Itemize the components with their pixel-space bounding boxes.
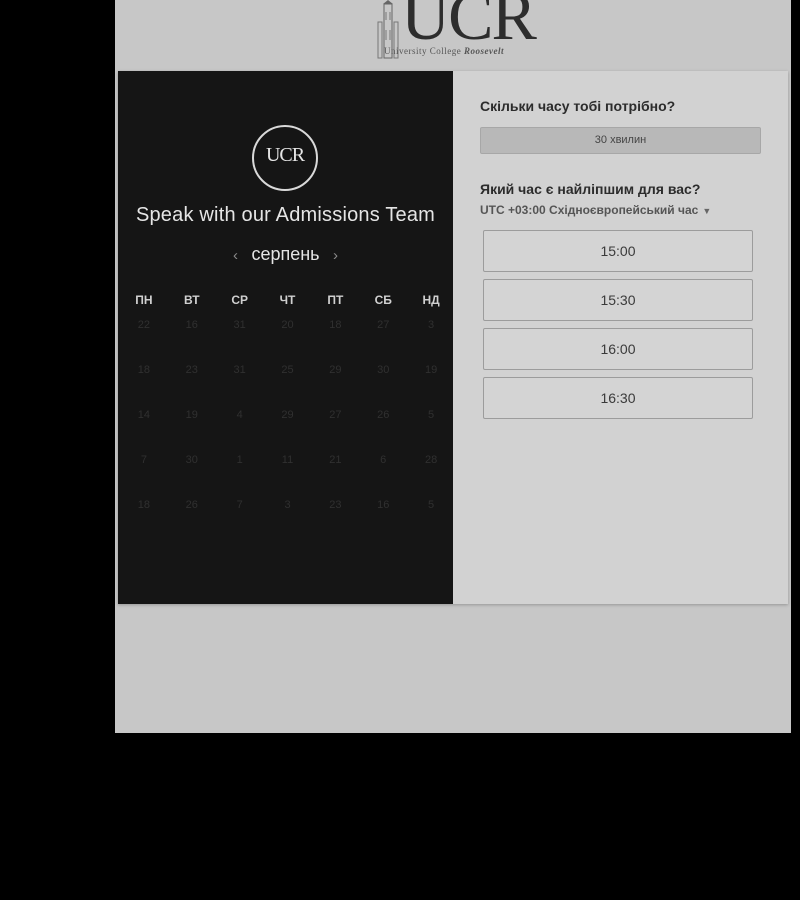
logo-subtitle: University College Roosevelt xyxy=(384,46,504,56)
time-slot-button[interactable]: 15:30 xyxy=(483,279,753,321)
weekday-label: ПТ xyxy=(327,293,344,307)
panel-title: Speak with our Admissions Team xyxy=(135,204,436,226)
calendar-day: 14 xyxy=(137,409,151,421)
calendar-day: 23 xyxy=(329,499,342,511)
calendar-day: 16 xyxy=(185,319,198,331)
calendar-day: 18 xyxy=(329,319,342,331)
duration-option-button[interactable]: 30 хвилин xyxy=(480,127,761,154)
calendar-day: 19 xyxy=(185,409,198,421)
calendar-day: 23 xyxy=(185,364,198,376)
time-slot-button[interactable]: 16:30 xyxy=(483,377,753,419)
calendar-day: 4 xyxy=(236,409,243,421)
calendar-day: 30 xyxy=(185,454,198,466)
calendar-day: 1 xyxy=(236,454,243,466)
calendar-day: 25 xyxy=(281,364,294,376)
calendar-day: 20 xyxy=(281,319,294,331)
calendar-day: 27 xyxy=(329,409,342,421)
calendar-day: 30 xyxy=(377,364,390,376)
calendar-day: 19 xyxy=(424,364,438,376)
weekday-label: ЧТ xyxy=(279,293,296,307)
ucr-badge: UCR xyxy=(252,125,318,191)
calendar-day: 31 xyxy=(233,364,246,376)
calendar-day: 27 xyxy=(377,319,390,331)
weekday-label: СР xyxy=(231,293,248,307)
weekday-label: ВТ xyxy=(184,293,200,307)
calendar-day: 11 xyxy=(281,454,294,466)
calendar-day: 29 xyxy=(329,364,342,376)
calendar-day: 7 xyxy=(236,499,243,511)
calendar-week: 22 16 31 20 18 27 3 xyxy=(118,319,453,364)
calendar-week: 18 26 7 3 23 16 5 xyxy=(118,499,453,544)
calendar-week: 18 23 31 25 29 30 19 xyxy=(118,364,453,409)
chevron-left-icon[interactable]: ‹ xyxy=(221,247,249,264)
weekday-label: ПН xyxy=(135,293,153,307)
weekday-label: НД xyxy=(422,293,440,307)
chevron-right-icon[interactable]: › xyxy=(322,247,350,264)
calendar-day: 31 xyxy=(233,319,246,331)
logo-subtitle-italic: Roosevelt xyxy=(464,46,504,56)
month-label: серпень xyxy=(251,244,320,264)
calendar-panel: UCR Speak with our Admissions Team ‹ серп… xyxy=(118,71,453,604)
weekday-header: ПН ВТ СР ЧТ ПТ СБ НД xyxy=(118,293,453,307)
calendar-week: 14 19 4 29 27 26 5 xyxy=(118,409,453,454)
logo-subtitle-plain: University College xyxy=(384,46,464,56)
timezone-dropdown[interactable]: UTC +03:00 Східноєвропейський час ▼ xyxy=(480,203,711,217)
logo-letters: UCR xyxy=(401,0,537,54)
calendar-day: 3 xyxy=(284,499,291,511)
calendar-day: 5 xyxy=(428,499,435,511)
ucr-logo: UCR University College Roosevelt xyxy=(375,0,537,62)
calendar-day: 29 xyxy=(281,409,294,421)
calendar-grid: 22 16 31 20 18 27 3 18 23 31 25 29 30 19 xyxy=(118,319,453,544)
calendar-day: 16 xyxy=(377,499,390,511)
weekday-label: СБ xyxy=(374,293,392,307)
caret-down-icon: ▼ xyxy=(702,206,712,216)
calendar-day: 26 xyxy=(377,409,390,421)
time-selection-panel: Скільки часу тобі потрібно? 30 хвилин Як… xyxy=(453,71,788,604)
booking-page: UCR University College Roosevelt UCR Spe… xyxy=(115,0,791,733)
calendar-day: 18 xyxy=(137,499,151,511)
month-navigation: ‹ серпень › xyxy=(118,244,453,265)
duration-question: Скільки часу тобі потрібно? xyxy=(480,98,676,114)
time-slot-button[interactable]: 16:00 xyxy=(483,328,753,370)
calendar-day: 28 xyxy=(424,454,438,466)
time-slot-list: 15:00 15:30 16:00 16:30 xyxy=(483,230,753,426)
badge-text: UCR xyxy=(265,144,305,166)
calendar-day: 3 xyxy=(428,319,435,331)
calendar-day: 18 xyxy=(137,364,151,376)
time-slot-button[interactable]: 15:00 xyxy=(483,230,753,272)
time-question: Який час є найліпшим для вас? xyxy=(480,181,701,197)
calendar-day: 7 xyxy=(140,454,147,466)
calendar-day: 6 xyxy=(380,454,387,466)
calendar-day: 21 xyxy=(329,454,342,466)
calendar-day: 5 xyxy=(428,409,435,421)
booking-card: UCR Speak with our Admissions Team ‹ серп… xyxy=(118,71,788,604)
timezone-label: UTC +03:00 Східноєвропейський час xyxy=(480,203,699,217)
calendar-week: 7 30 1 11 21 6 28 xyxy=(118,454,453,499)
calendar-day: 26 xyxy=(185,499,198,511)
calendar-day: 22 xyxy=(137,319,151,331)
